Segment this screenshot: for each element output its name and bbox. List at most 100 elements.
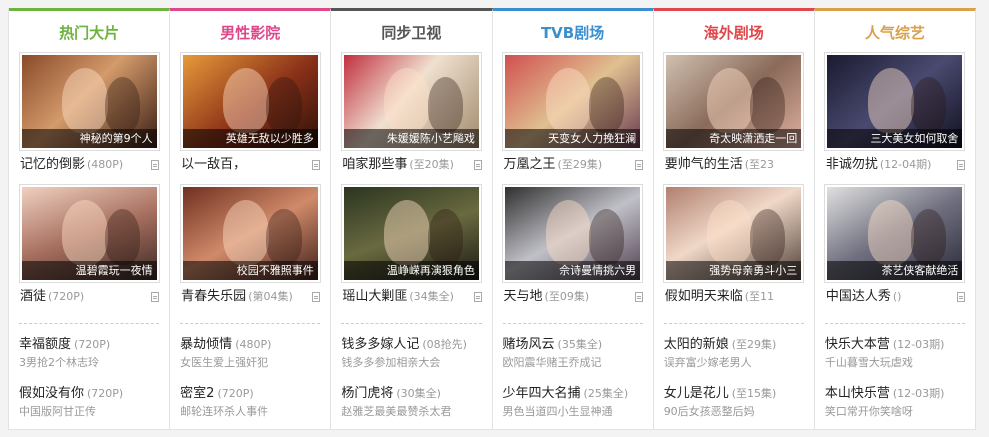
document-icon[interactable] — [312, 160, 321, 170]
thumbnail-image[interactable]: 神秘的第9个人 — [21, 55, 157, 148]
document-icon[interactable] — [634, 160, 643, 170]
video-thumbnail[interactable]: 强势母亲勇斗小三 — [663, 184, 805, 283]
video-title-row[interactable]: 天与地 (至09集) — [493, 283, 653, 311]
video-title[interactable]: 咱家那些事 — [342, 151, 407, 179]
video-thumbnail[interactable]: 神秘的第9个人 — [18, 52, 160, 151]
thumbnail-image[interactable]: 天变女人力挽狂澜 — [505, 55, 641, 148]
thumbnail-caption[interactable]: 温碧霞玩一夜情 — [21, 261, 157, 280]
text-item[interactable]: 本山快乐营 (12-03期) — [825, 382, 975, 404]
column-title[interactable]: 男性影院 — [170, 11, 330, 52]
text-item-subtitle[interactable]: 90后女孩恶整后妈 — [664, 404, 814, 422]
video-title[interactable]: 要帅气的生活 — [665, 151, 743, 179]
text-item[interactable]: 少年四大名捕 (25集全) — [503, 382, 653, 404]
video-title[interactable]: 假如明天来临 — [665, 283, 743, 311]
video-title-row[interactable]: 以一敌百， — [170, 151, 330, 179]
thumbnail-caption[interactable]: 神秘的第9个人 — [21, 129, 157, 148]
video-title-row[interactable]: 青春失乐园 (第04集) — [170, 283, 330, 311]
video-title-row[interactable]: 非诚勿扰 (12-04期) — [815, 151, 975, 179]
text-item-subtitle[interactable]: 千山暮雪大玩虐戏 — [825, 355, 975, 373]
video-title-row[interactable]: 咱家那些事 (至20集) — [331, 151, 491, 179]
video-thumbnail[interactable]: 佘诗曼情挑六男 — [502, 184, 644, 283]
text-item-subtitle[interactable]: 邮轮连环杀人事件 — [180, 404, 330, 422]
video-title-row[interactable]: 要帅气的生活 (至23 — [654, 151, 814, 179]
text-item[interactable]: 钱多多嫁人记 (08抢先) — [341, 333, 491, 355]
video-thumbnail[interactable]: 三大美女如何取舍 — [824, 52, 966, 151]
document-icon[interactable] — [634, 292, 643, 302]
text-item-title[interactable]: 少年四大名捕 — [503, 386, 581, 401]
thumbnail-caption[interactable]: 朱媛媛陈小艺飚戏 — [343, 129, 479, 148]
text-item[interactable]: 太阳的新娘 (至29集) — [664, 333, 814, 355]
video-thumbnail[interactable]: 朱媛媛陈小艺飚戏 — [340, 52, 482, 151]
column-title[interactable]: 人气综艺 — [815, 11, 975, 52]
video-thumbnail[interactable]: 天变女人力挽狂澜 — [502, 52, 644, 151]
video-title[interactable]: 万凰之王 — [504, 151, 556, 179]
text-item-subtitle[interactable]: 误弃富少嫁老男人 — [664, 355, 814, 373]
video-thumbnail[interactable]: 英雄无敌以少胜多 — [179, 52, 321, 151]
document-icon[interactable] — [312, 292, 321, 302]
text-item-title[interactable]: 女儿是花儿 — [664, 386, 729, 401]
text-item-title[interactable]: 幸福额度 — [19, 337, 71, 352]
text-item[interactable]: 女儿是花儿 (至15集) — [664, 382, 814, 404]
video-thumbnail[interactable]: 奇太映潇洒走一回 — [663, 52, 805, 151]
video-title[interactable]: 青春失乐园 — [181, 283, 246, 311]
video-title[interactable]: 中国达人秀 — [826, 283, 891, 311]
text-item-subtitle[interactable]: 赵雅芝最美最赞杀太君 — [341, 404, 491, 422]
thumbnail-image[interactable]: 朱媛媛陈小艺飚戏 — [343, 55, 479, 148]
thumbnail-caption[interactable]: 强势母亲勇斗小三 — [666, 261, 802, 280]
text-item[interactable]: 杨门虎将 (30集全) — [341, 382, 491, 404]
column-title[interactable]: 海外剧场 — [654, 11, 814, 52]
document-icon[interactable] — [151, 160, 160, 170]
thumbnail-caption[interactable]: 天变女人力挽狂澜 — [505, 129, 641, 148]
video-thumbnail[interactable]: 温碧霞玩一夜情 — [18, 184, 160, 283]
thumbnail-image[interactable]: 三大美女如何取舍 — [827, 55, 963, 148]
text-item-subtitle[interactable]: 钱多多参加相亲大会 — [341, 355, 491, 373]
video-title[interactable]: 以一敌百， — [181, 151, 246, 179]
thumbnail-image[interactable]: 茶艺侠客献绝活 — [827, 187, 963, 280]
video-title[interactable]: 记忆的倒影 — [20, 151, 85, 179]
text-item[interactable]: 暴劫倾情 (480P) — [180, 333, 330, 355]
text-item-subtitle[interactable]: 笑口常开你笑啥呀 — [825, 404, 975, 422]
text-item-title[interactable]: 本山快乐营 — [825, 386, 890, 401]
text-item[interactable]: 假如没有你 (720P) — [19, 382, 169, 404]
text-item-title[interactable]: 假如没有你 — [19, 386, 84, 401]
document-icon[interactable] — [957, 160, 966, 170]
thumbnail-caption[interactable]: 佘诗曼情挑六男 — [505, 261, 641, 280]
video-title[interactable]: 天与地 — [504, 283, 543, 311]
text-item-subtitle[interactable]: 中国版阿甘正传 — [19, 404, 169, 422]
thumbnail-image[interactable]: 温峥嵘再演狠角色 — [343, 187, 479, 280]
document-icon[interactable] — [473, 292, 482, 302]
thumbnail-caption[interactable]: 奇太映潇洒走一回 — [666, 129, 802, 148]
thumbnail-caption[interactable]: 三大美女如何取舍 — [827, 129, 963, 148]
video-title[interactable]: 瑶山大剿匪 — [342, 283, 407, 311]
text-item-title[interactable]: 太阳的新娘 — [664, 337, 729, 352]
thumbnail-caption[interactable]: 温峥嵘再演狠角色 — [343, 261, 479, 280]
thumbnail-image[interactable]: 温碧霞玩一夜情 — [21, 187, 157, 280]
thumbnail-image[interactable]: 强势母亲勇斗小三 — [666, 187, 802, 280]
thumbnail-image[interactable]: 奇太映潇洒走一回 — [666, 55, 802, 148]
text-item-subtitle[interactable]: 欧阳震华赌王乔成记 — [503, 355, 653, 373]
video-thumbnail[interactable]: 茶艺侠客献绝活 — [824, 184, 966, 283]
column-title[interactable]: 热门大片 — [9, 11, 169, 52]
video-title-row[interactable]: 中国达人秀() — [815, 283, 975, 311]
thumbnail-caption[interactable]: 茶艺侠客献绝活 — [827, 261, 963, 280]
video-title-row[interactable]: 假如明天来临 (至11 — [654, 283, 814, 311]
text-item[interactable]: 密室2 (720P) — [180, 382, 330, 404]
text-item-title[interactable]: 钱多多嫁人记 — [341, 337, 419, 352]
column-title[interactable]: TVB剧场 — [493, 11, 653, 52]
video-title-row[interactable]: 万凰之王 (至29集) — [493, 151, 653, 179]
text-item-subtitle[interactable]: 女医生爱上强奸犯 — [180, 355, 330, 373]
video-title-row[interactable]: 酒徒 (720P) — [9, 283, 169, 311]
text-item[interactable]: 赌场风云 (35集全) — [503, 333, 653, 355]
text-item[interactable]: 幸福额度 (720P) — [19, 333, 169, 355]
text-item-title[interactable]: 快乐大本营 — [825, 337, 890, 352]
text-item-subtitle[interactable]: 男色当道四小生显神通 — [503, 404, 653, 422]
text-item-title[interactable]: 暴劫倾情 — [180, 337, 232, 352]
text-item-title[interactable]: 杨门虎将 — [341, 386, 393, 401]
thumbnail-caption[interactable]: 校园不雅照事件 — [182, 261, 318, 280]
column-title[interactable]: 同步卫视 — [331, 11, 491, 52]
text-item-subtitle[interactable]: 3男抢2个林志玲 — [19, 355, 169, 373]
text-item-title[interactable]: 密室2 — [180, 386, 214, 401]
text-item[interactable]: 快乐大本营 (12-03期) — [825, 333, 975, 355]
thumbnail-caption[interactable]: 英雄无敌以少胜多 — [182, 129, 318, 148]
text-item-title[interactable]: 赌场风云 — [503, 337, 555, 352]
